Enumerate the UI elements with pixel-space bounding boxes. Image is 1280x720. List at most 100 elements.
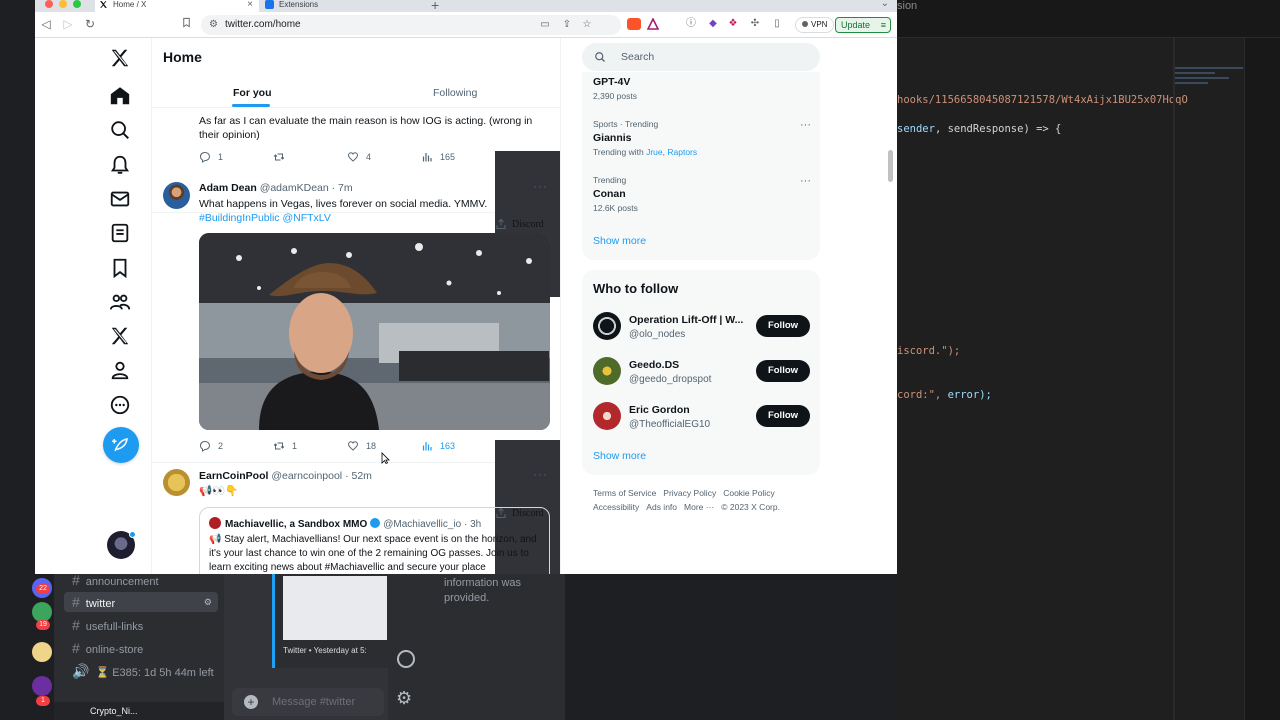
tab-extensions[interactable]: Extensions <box>261 0 427 12</box>
tab-search-chevron-icon[interactable]: ⌄ <box>881 0 889 9</box>
profile-icon[interactable] <box>109 359 131 381</box>
follow-button[interactable]: Follow <box>756 315 810 337</box>
close-window-button[interactable] <box>45 0 53 8</box>
search-icon[interactable] <box>109 119 131 141</box>
avatar[interactable] <box>163 182 190 209</box>
trend-item[interactable]: Sports · Trending Giannis Trending with … <box>593 119 811 157</box>
add-attachment-icon[interactable]: + <box>244 695 258 709</box>
reply-button[interactable]: 2 <box>199 440 223 452</box>
message-input[interactable]: + Message #twitter <box>232 688 384 716</box>
star-icon[interactable]: ☆ <box>581 19 593 31</box>
share-icon[interactable]: ⇪ <box>561 19 573 31</box>
show-more-trends[interactable]: Show more <box>593 235 646 247</box>
footer-link[interactable]: Cookie Policy <box>723 488 775 498</box>
vpn-button[interactable]: VPN <box>795 17 835 33</box>
footer-link[interactable]: Accessibility <box>593 502 639 512</box>
footer-link[interactable]: Terms of Service <box>593 488 656 498</box>
server-icon[interactable] <box>32 676 52 696</box>
more-options-icon[interactable]: ··· <box>800 119 811 131</box>
envelope-icon[interactable] <box>109 188 131 210</box>
reply-button[interactable]: 1 <box>199 151 223 163</box>
sidebar-toggle-icon[interactable]: ▯ <box>771 18 783 30</box>
voice-channel-timer[interactable]: 🔊 ⏳ E385: 1d 5h 44m left <box>64 661 218 681</box>
like-button[interactable]: 18 <box>347 440 376 452</box>
account-avatar[interactable] <box>107 531 136 559</box>
site-info-icon[interactable]: ⚙ <box>209 19 218 30</box>
compose-post-button[interactable] <box>103 427 139 463</box>
bookmark-icon[interactable] <box>109 257 131 279</box>
mention-link[interactable]: @NFTxLV <box>282 212 330 224</box>
brave-rewards-icon[interactable] <box>646 17 660 30</box>
tweet[interactable]: EarnCoinPool @earncoinpool · 52m ··· 📢👀👇… <box>152 463 560 574</box>
server-icon[interactable] <box>32 602 52 622</box>
like-button[interactable]: 4 <box>347 151 371 163</box>
extensions-puzzle-icon[interactable]: ✣ <box>749 18 761 30</box>
follow-suggestion[interactable]: Geedo.DS @geedo_dropspot Follow <box>593 357 811 387</box>
more-options-icon[interactable]: ··· <box>533 467 548 481</box>
bookmark-icon[interactable] <box>179 17 193 31</box>
extension-info-icon[interactable]: ⓘ <box>685 18 697 30</box>
discord-user-panel[interactable]: Crypto_Ni... <box>54 702 224 720</box>
avatar[interactable] <box>593 402 621 430</box>
cast-icon[interactable]: ▭ <box>539 19 551 31</box>
quoted-author[interactable]: Machiavellic, a Sandbox MMO @Machiavellic… <box>209 517 481 530</box>
reload-button[interactable]: ↻ <box>83 17 97 31</box>
gear-icon[interactable]: ⚙ <box>396 688 412 709</box>
back-button[interactable]: ◁ <box>39 17 53 31</box>
minimize-window-button[interactable] <box>59 0 67 8</box>
trend-item[interactable]: GPT-4V 2,390 posts <box>593 76 811 101</box>
follow-suggestion[interactable]: Operation Lift-Off | W... @olo_nodes Fol… <box>593 312 811 342</box>
avatar[interactable] <box>593 357 621 385</box>
footer-link[interactable]: Privacy Policy <box>663 488 716 498</box>
channel-online-store[interactable]: # online-store <box>64 638 218 658</box>
show-more-follow[interactable]: Show more <box>593 450 646 462</box>
retweet-button[interactable] <box>273 151 285 163</box>
footer-link[interactable]: Ads info <box>646 502 677 512</box>
footer-link[interactable]: More ··· <box>684 502 714 512</box>
address-bar[interactable]: ⚙ twitter.com/home ▭ ⇪ ☆ <box>201 15 621 35</box>
channel-twitter[interactable]: # twitter ⚙ <box>64 592 218 612</box>
forward-button[interactable]: ▷ <box>61 17 75 31</box>
hashtag-link[interactable]: #BuildingInPublic <box>199 212 280 224</box>
search-input[interactable]: Search <box>582 43 820 71</box>
channel-usefull-links[interactable]: # usefull-links <box>64 615 218 635</box>
tab-following[interactable]: Following <box>433 87 477 99</box>
brave-shield-icon[interactable] <box>627 18 641 30</box>
tweet[interactable]: Adam Dean @adamKDean · 7m ··· What happe… <box>152 173 560 574</box>
follow-button[interactable]: Follow <box>756 405 810 427</box>
trend-link[interactable]: Jrue <box>646 147 663 157</box>
trend-item[interactable]: Trending Conan 12.6K posts ··· <box>593 175 811 213</box>
channel-settings-icon[interactable]: ⚙ <box>204 592 212 612</box>
retweet-button[interactable]: 1 <box>273 440 297 452</box>
follow-suggestion[interactable]: Eric Gordon @TheofficialEG10 Follow <box>593 402 811 432</box>
x-premium-icon[interactable] <box>109 325 131 347</box>
page-scrollbar[interactable] <box>888 150 893 182</box>
profile-icon[interactable] <box>397 650 415 668</box>
avatar[interactable] <box>163 469 190 496</box>
home-icon[interactable] <box>109 85 131 107</box>
more-options-icon[interactable]: ··· <box>533 179 548 193</box>
bell-icon[interactable] <box>109 154 131 176</box>
tweet-author[interactable]: Adam Dean @adamKDean · 7m <box>199 182 353 194</box>
extension-red-icon[interactable]: ❖ <box>727 18 739 30</box>
close-tab-icon[interactable]: × <box>247 0 253 10</box>
views-count[interactable]: 165 <box>421 151 455 163</box>
editor-tab[interactable]: sion <box>897 0 917 12</box>
views-count[interactable]: 163 <box>421 440 455 452</box>
server-icon[interactable] <box>32 642 52 662</box>
update-button[interactable]: Update ≡ <box>835 17 891 33</box>
tab-home-x[interactable]: Home / X × <box>95 0 259 12</box>
more-circle-icon[interactable] <box>109 394 131 416</box>
communities-icon[interactable] <box>109 291 131 313</box>
lists-icon[interactable] <box>109 222 131 244</box>
trend-link[interactable]: Raptors <box>667 147 697 157</box>
avatar[interactable] <box>593 312 621 340</box>
x-logo-icon[interactable] <box>109 47 131 69</box>
embed-image[interactable] <box>283 576 387 640</box>
tweet-embed[interactable]: Twitter • Yesterday at 5: <box>272 574 388 668</box>
zoom-window-button[interactable] <box>73 0 81 8</box>
more-options-icon[interactable]: ··· <box>800 175 811 187</box>
extension-purple-icon[interactable]: ◆ <box>707 18 719 30</box>
tweet-photo[interactable] <box>199 233 550 430</box>
tab-for-you[interactable]: For you <box>233 87 272 99</box>
